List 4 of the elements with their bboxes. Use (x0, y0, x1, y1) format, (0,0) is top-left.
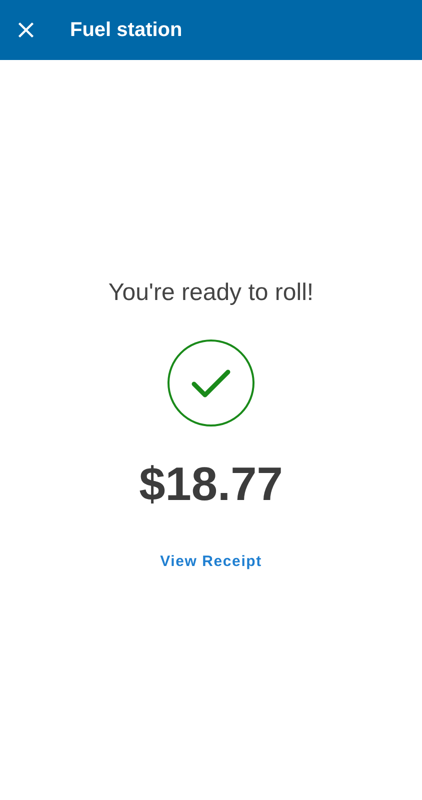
screen-title: Fuel station (70, 18, 182, 42)
amount-text: $18.77 (139, 457, 283, 511)
view-receipt-link[interactable]: View Receipt (160, 553, 262, 570)
status-message: You're ready to roll! (108, 278, 314, 308)
